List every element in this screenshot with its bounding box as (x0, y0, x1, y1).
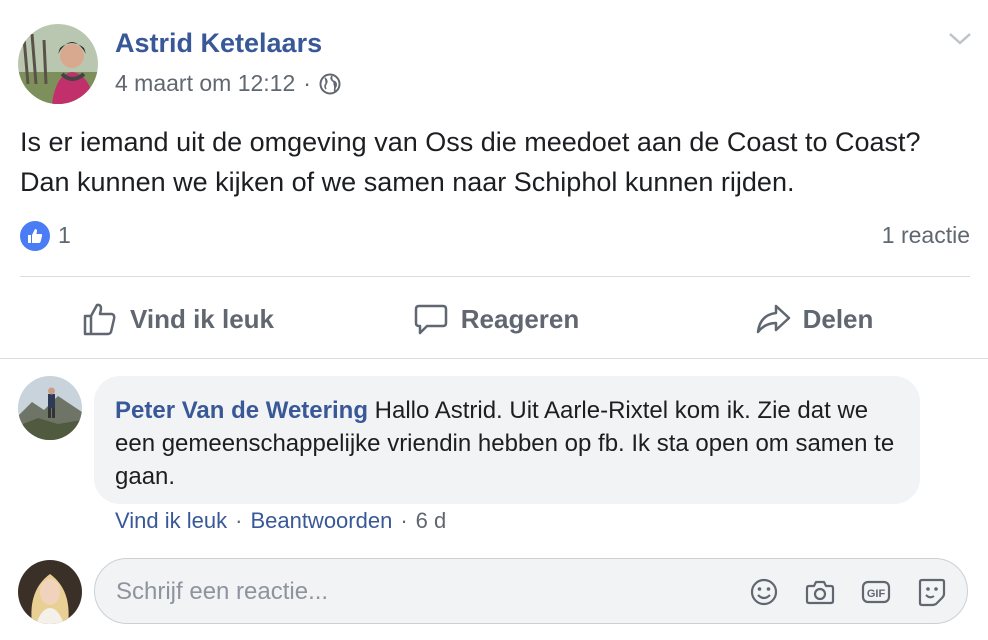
comment-actions-separator: · (235, 508, 243, 533)
share-button[interactable]: Delen (656, 292, 972, 346)
comment-bubble-icon (414, 304, 447, 335)
commenter-avatar[interactable] (18, 376, 82, 440)
post-text: Is er iemand uit de omgeving van Oss die… (20, 127, 921, 197)
globe-icon[interactable] (319, 73, 341, 95)
post-timestamp[interactable]: 4 maart om 12:12 (115, 70, 295, 97)
comment-like-link[interactable]: Vind ik leuk (115, 508, 227, 534)
comment-input[interactable] (116, 574, 716, 610)
divider (0, 358, 988, 359)
like-count[interactable]: 1 (58, 222, 71, 249)
like-reaction-icon[interactable] (20, 221, 50, 251)
camera-icon[interactable] (804, 576, 836, 608)
comment-button-label: Reageren (460, 303, 580, 334)
chevron-down-icon[interactable] (946, 28, 974, 48)
like-button[interactable]: Vind ik leuk (20, 292, 336, 346)
comment-age[interactable]: 6 d (416, 508, 447, 534)
author-name[interactable]: Astrid Ketelaars (115, 28, 322, 59)
comment-count[interactable]: 1 reactie (882, 222, 970, 249)
current-user-avatar[interactable] (18, 560, 82, 624)
comment-actions: Vind ik leuk · Beantwoorden · 6 d (115, 508, 446, 534)
sticker-icon[interactable] (916, 576, 948, 608)
meta-separator: · (303, 70, 311, 96)
like-button-label: Vind ik leuk (129, 303, 274, 334)
author-avatar[interactable] (18, 24, 98, 104)
comment-actions-separator: · (400, 508, 408, 533)
svg-text:GIF: GIF (867, 588, 886, 600)
divider (20, 276, 970, 277)
share-arrow-icon (756, 304, 790, 334)
comment-author[interactable]: Peter Van de Wetering (115, 397, 368, 424)
comment-reply-link[interactable]: Beantwoorden (250, 508, 392, 534)
emoji-icon[interactable] (748, 576, 780, 608)
post-meta: 4 maart om 12:12 · (115, 70, 341, 97)
thumbs-up-icon (83, 303, 116, 336)
comment-body: Peter Van de Wetering Hallo Astrid. Uit … (115, 394, 905, 493)
share-button-label: Delen (802, 303, 874, 334)
comment-button[interactable]: Reageren (336, 292, 656, 346)
gif-icon[interactable]: GIF (860, 576, 892, 608)
